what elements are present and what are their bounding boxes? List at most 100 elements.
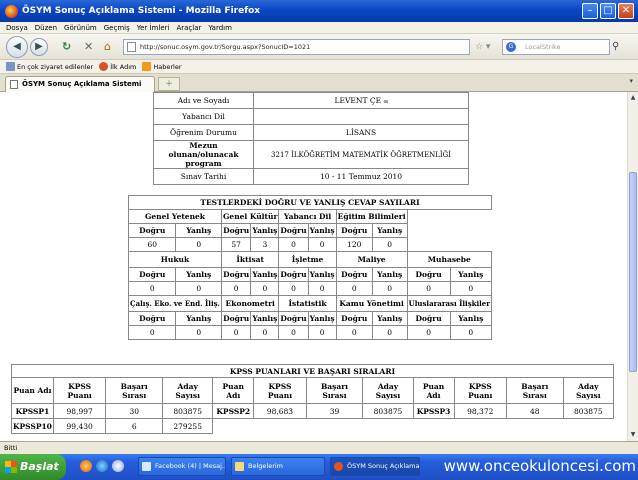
test-name: Genel Kültür (220, 209, 280, 224)
count-cell: 0 (371, 325, 408, 340)
taskbar-item-label: Facebook (4) | Mesaj... (155, 462, 226, 470)
table-row: 00 00 00 00 00 (127, 325, 493, 340)
correct-header: Doğru (278, 311, 309, 326)
menu-view[interactable]: Görünüm (64, 24, 97, 32)
program-value: 3217 İLKÖĞRETİM MATEMATİK ÖĞRETMENLİĞİ (253, 140, 469, 169)
wrong-header: Yanlış (449, 267, 493, 282)
score-name: KPSSP10 (11, 418, 54, 434)
count-cell: 3 (250, 237, 280, 252)
count-cell: 0 (220, 281, 252, 296)
bookmark-star-icon[interactable]: ☆ ▾ (475, 42, 490, 52)
empty-cell (407, 238, 491, 252)
header-rank: Başarı Sırası (305, 377, 364, 404)
wrong-header: Yanlış (250, 311, 280, 326)
test-name: Uluslararası İlişkiler (406, 295, 493, 312)
count-cell: 0 (175, 281, 222, 296)
count-cell: 0 (449, 281, 493, 296)
correct-header: Doğru (335, 223, 373, 238)
bookmark-most-visited[interactable]: En çok ziyaret edilenler (6, 62, 93, 71)
person-info-table: Adı ve Soyadı LEVENT ÇE ʬʬ Yabancı Dil Ö… (153, 92, 469, 185)
vertical-scrollbar[interactable]: ▲ ▼ (627, 92, 638, 441)
test-name: İstatistik (278, 295, 337, 312)
header-rank: Başarı Sırası (506, 377, 564, 404)
maximize-button[interactable]: □ (600, 3, 616, 19)
menu-edit[interactable]: Düzen (35, 24, 57, 32)
taskbar-item-label: Belgelerim (248, 462, 284, 470)
new-tab-button[interactable]: + (158, 77, 180, 91)
rss-icon (142, 62, 152, 71)
bookmark-folder-icon (6, 62, 15, 71)
taskbar: Başlat Facebook (4) | Mesaj... Belgeleri… (0, 454, 638, 480)
navigation-toolbar: ◀ ▶ ↻ ✕ ⌂ http://sonuc.osym.gov.tr/Sorgu… (0, 34, 638, 60)
windows-flag-icon (5, 461, 17, 473)
bookmark-getting-started[interactable]: İlk Adım (99, 62, 136, 71)
score-name: KPSSP2 (212, 403, 255, 419)
home-icon[interactable]: ⌂ (104, 40, 111, 54)
header-candidates: Aday Sayısı (562, 377, 615, 404)
rank-value: 30 (105, 403, 164, 419)
kpss-scores-table: KPSS PUANLARI VE BAŞARI SIRALARI Puan Ad… (11, 364, 615, 434)
correct-header: Doğru (127, 223, 177, 238)
menu-history[interactable]: Geçmiş (104, 24, 130, 32)
taskbar-item-documents[interactable]: Belgelerim (231, 457, 325, 476)
wrong-header: Yanlış (250, 267, 280, 282)
count-cell: 0 (127, 325, 177, 340)
test-name: Eğitim Bilimleri (335, 209, 408, 224)
wrong-header: Yanlış (307, 311, 337, 326)
name-value: LEVENT ÇE ʬʬ (253, 92, 469, 109)
ie-quicklaunch-icon[interactable] (96, 460, 108, 472)
menu-bookmarks[interactable]: Yer İmleri (137, 24, 170, 32)
close-button[interactable]: ✕ (618, 3, 634, 19)
menu-help[interactable]: Yardım (208, 24, 232, 32)
count-cell: 0 (250, 325, 280, 340)
start-button[interactable]: Başlat (0, 454, 66, 480)
desktop-quicklaunch-icon[interactable] (112, 460, 124, 472)
header-kpss-score: KPSS Puanı (52, 377, 107, 404)
name-label: Adı ve Soyadı (153, 92, 254, 109)
menu-bar: Dosya Düzen Görünüm Geçmiş Yer İmleri Ar… (0, 22, 638, 34)
bookmark-news[interactable]: Haberler (142, 62, 182, 71)
search-input[interactable]: G LocalStrike (502, 39, 610, 55)
url-bar[interactable]: http://sonuc.osym.gov.tr/Sorgu.aspx?Sonu… (123, 39, 470, 55)
test-name: Yabancı Dil (278, 209, 337, 224)
back-button[interactable]: ◀ (6, 36, 28, 58)
exam-date-label: Sınav Tarihi (153, 168, 254, 185)
handwritten-scribble: ʬʬ (383, 99, 388, 105)
search-icon[interactable]: ⚲ (612, 41, 619, 52)
correct-header: Doğru (127, 267, 177, 282)
firefox-icon (5, 4, 18, 18)
correct-header: Doğru (406, 311, 451, 326)
page-icon (127, 42, 136, 52)
watermark-text: www.onceokuloncesi.com (443, 457, 636, 475)
tab-osym[interactable]: ÖSYM Sonuç Açıklama Sistemi (5, 76, 155, 92)
reload-icon[interactable]: ↻ (62, 40, 71, 54)
firefox-quicklaunch-icon[interactable] (80, 460, 92, 472)
taskbar-item-facebook[interactable]: Facebook (4) | Mesaj... (138, 457, 226, 476)
taskbar-item-osym[interactable]: ÖSYM Sonuç Açıklama... (330, 457, 420, 476)
test-name: Kamu Yönetimi (335, 295, 408, 312)
header-score-name: Puan Adı (212, 377, 255, 404)
rank-value: 6 (105, 418, 164, 434)
tab-list-icon[interactable]: ▾ (629, 77, 633, 85)
candidates-value: 803875 (162, 403, 214, 419)
scroll-up-icon[interactable]: ▲ (628, 93, 638, 103)
menu-tools[interactable]: Araçlar (176, 24, 201, 32)
answer-counts-table: TESTLERDEKİ DOĞRU VE YANLIŞ CEVAP SAYILA… (127, 195, 493, 340)
table-row: Puan Adı KPSS Puanı Başarı Sırası Aday S… (11, 377, 615, 404)
window-title: ÖSYM Sonuç Açıklama Sistemi - Mozilla Fi… (22, 6, 261, 16)
scroll-thumb[interactable] (629, 172, 637, 372)
scroll-down-icon[interactable]: ▼ (628, 430, 638, 440)
header-score-name: Puan Adı (412, 377, 455, 404)
rank-value: 39 (305, 403, 364, 419)
menu-file[interactable]: Dosya (6, 24, 28, 32)
minimize-button[interactable]: – (582, 3, 598, 19)
header-kpss-score: KPSS Puanı (453, 377, 507, 404)
education-label: Öğrenim Durumu (153, 124, 254, 141)
wrong-header: Yanlış (371, 223, 408, 238)
count-cell: 0 (127, 281, 177, 296)
count-cell: 0 (175, 325, 222, 340)
table-row: Mezun olunan/olunacak program 3217 İLKÖĞ… (153, 140, 469, 169)
forward-button[interactable]: ▶ (30, 38, 48, 56)
scores-title: KPSS PUANLARI VE BAŞARI SIRALARI (11, 364, 614, 378)
stop-icon[interactable]: ✕ (84, 40, 93, 54)
